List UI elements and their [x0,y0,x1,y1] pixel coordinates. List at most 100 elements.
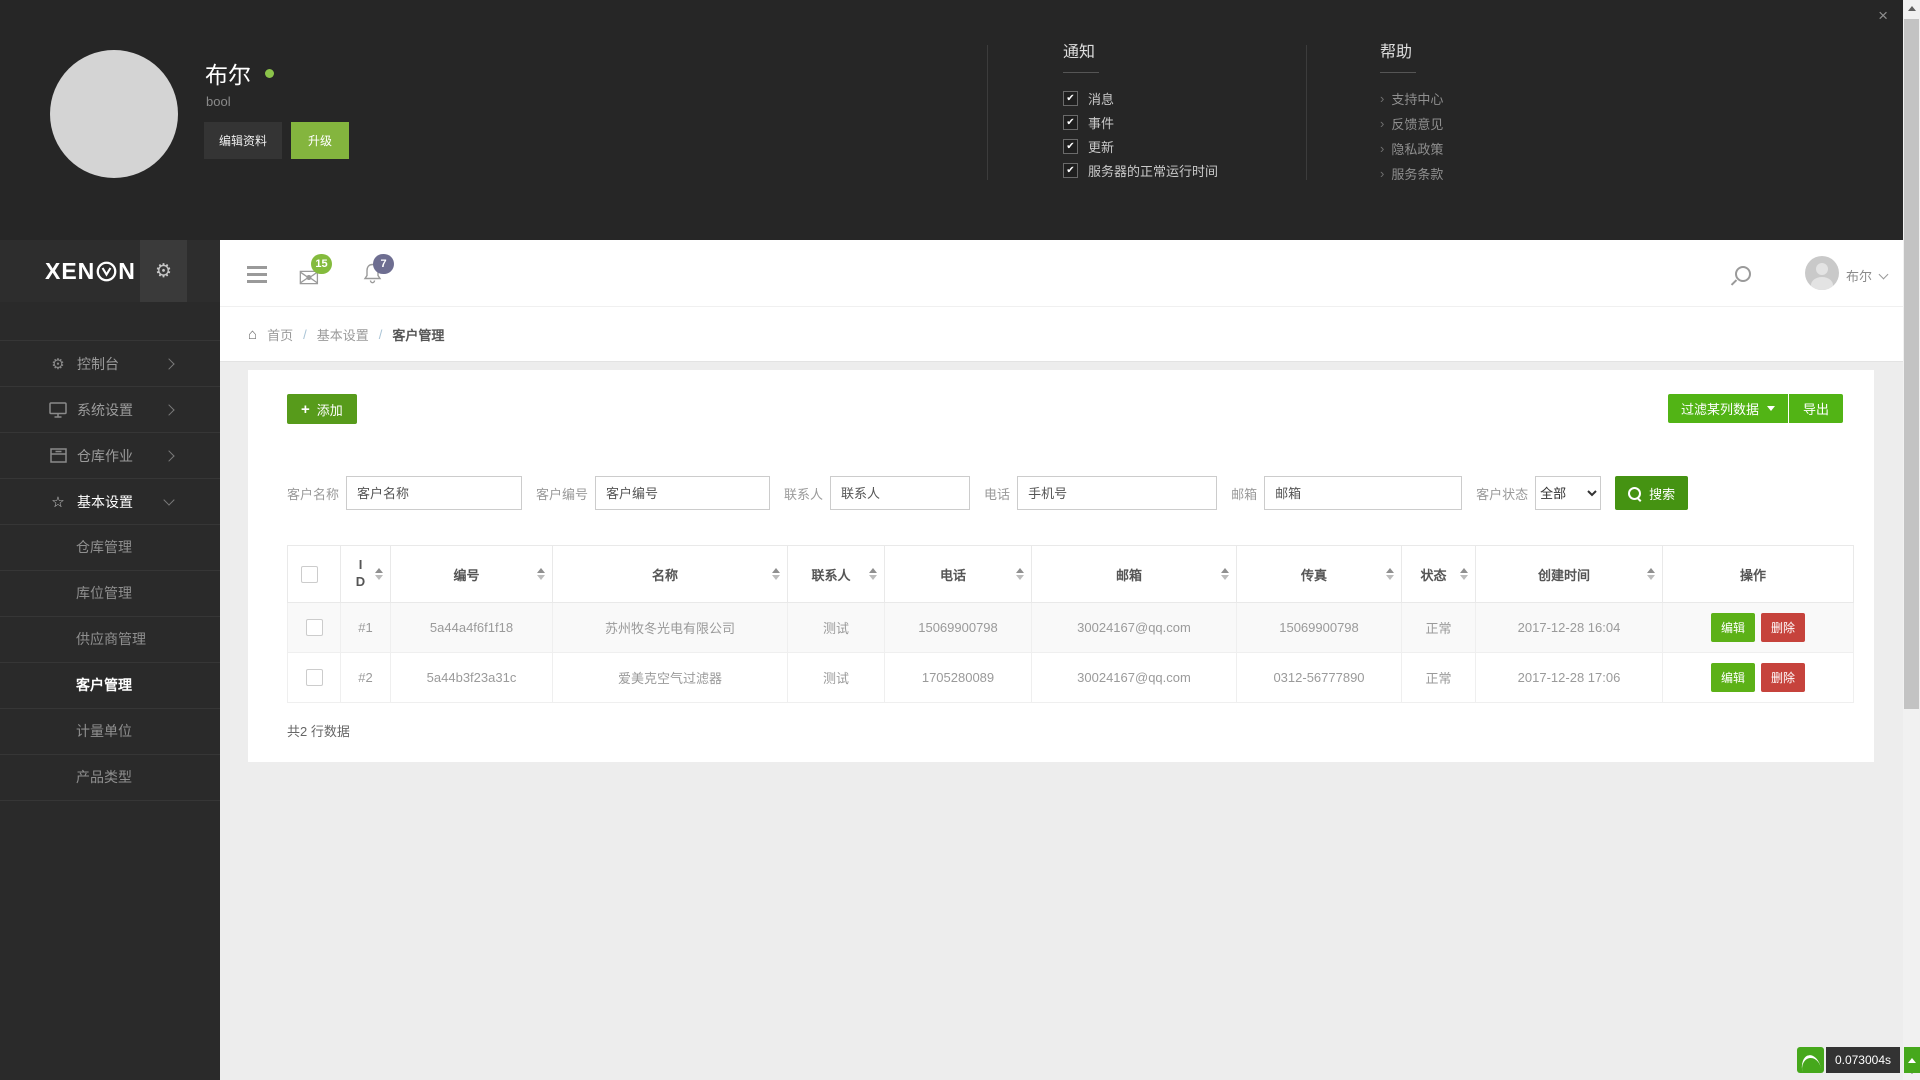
notification-option-label: 事件 [1088,116,1115,131]
app-logo: XEN N [45,258,136,285]
checkbox-checked-icon[interactable]: ✔ [1063,91,1078,106]
notifications-title: 通知 [1063,44,1096,61]
sort-icon[interactable] [1386,568,1394,580]
toolbar-right-group: 过滤某列数据 导出 [1667,394,1843,424]
avatar [50,50,178,178]
breadcrumb-item[interactable]: 首页 [267,325,293,344]
cell-actions: 编辑 删除 [1662,602,1854,653]
trace-expand-button[interactable] [1904,1047,1920,1073]
sidebar-subitem-customer-mgmt[interactable]: 客户管理 [0,663,220,709]
chevron-right-icon: › [1380,141,1385,156]
row-checkbox[interactable] [305,669,323,687]
sidebar-gear-button[interactable]: ⚙ [140,240,187,302]
column-header-inner: 传真 [1237,546,1401,602]
notification-option: ✔ 事件 [1063,113,1218,132]
sidebar-menu: ⚙ 控制台 系统设置 仓库作业 ☆ 基本设置 仓库管理 库位管理 供应商管理 客户管理 计量单位 产品… [0,340,220,801]
sidebar-subitem-warehouse-mgmt[interactable]: 仓库管理 [0,525,220,571]
edit-button[interactable]: 编辑 [1710,663,1755,692]
column-header-name: 名称 [552,545,788,603]
customer-name-filter-input[interactable] [346,476,523,510]
filter-columns-button[interactable]: 过滤某列数据 [1667,394,1788,423]
hamburger-menu-icon[interactable] [247,266,267,283]
notification-option: ✔ 服务器的正常运行时间 [1063,161,1218,180]
sidebar-item-system-settings[interactable]: 系统设置 [0,387,220,433]
user-menu[interactable]: 布尔 [1846,266,1889,285]
sort-icon[interactable] [772,568,780,580]
add-button[interactable]: + 添加 [287,394,357,424]
checkbox-checked-icon[interactable]: ✔ [1063,139,1078,154]
customer-status-select[interactable]: 全部 [1535,476,1602,510]
cell-id: #2 [340,652,391,703]
scrollbar-up-arrow[interactable] [1903,0,1920,17]
sort-icon[interactable] [537,568,545,580]
delete-button[interactable]: 删除 [1761,663,1806,692]
sort-icon[interactable] [375,568,383,580]
email-filter-label: 邮箱 [1231,486,1258,502]
row-checkbox[interactable] [305,619,323,637]
monitor-icon [48,401,68,418]
cell-checkbox [287,602,341,653]
filter-columns-label: 过滤某列数据 [1680,402,1759,417]
sidebar-item-basic-settings[interactable]: ☆ 基本设置 [0,479,220,525]
customer-code-filter-input[interactable] [595,476,771,510]
archive-icon [48,448,68,463]
column-header-created: 创建时间 [1475,545,1663,603]
sort-desc-icon [1460,575,1468,580]
help-link[interactable]: › 支持中心 [1380,89,1443,108]
phone-filter-input[interactable] [1017,476,1218,510]
notification-option-label: 消息 [1088,92,1115,107]
sidebar-item-console[interactable]: ⚙ 控制台 [0,341,220,387]
notification-option: ✔ 消息 [1063,89,1218,108]
help-links: › 支持中心 › 反馈意见 › 隐私政策 › 服务条款 [1380,89,1443,183]
scrollbar[interactable] [1903,0,1920,1080]
select-all-checkbox[interactable] [300,565,318,583]
sidebar-subitem-product-type[interactable]: 产品类型 [0,755,220,801]
help-link[interactable]: › 服务条款 [1380,164,1443,183]
column-header-fax: 传真 [1236,545,1402,603]
sidebar-subitem-location-mgmt[interactable]: 库位管理 [0,571,220,617]
sort-icon[interactable] [1647,568,1655,580]
checkbox-checked-icon[interactable]: ✔ [1063,163,1078,178]
column-header-actions: 操作 [1662,545,1854,603]
trace-logo-icon[interactable] [1796,1047,1824,1073]
sort-asc-icon [1460,568,1468,573]
user-name: 布尔 [205,62,251,88]
sort-icon[interactable] [1016,568,1024,580]
chevron-right-icon [163,357,175,370]
sort-desc-icon [1386,575,1394,580]
delete-button[interactable]: 删除 [1761,613,1806,642]
divider [1306,45,1307,180]
notifications-button[interactable]: 7 [362,254,394,290]
close-icon[interactable]: × [1878,6,1888,26]
search-button-label: 搜索 [1649,486,1676,502]
chevron-right-icon: › [1380,116,1385,131]
contact-filter-input[interactable] [830,476,971,510]
customers-table: ID 编号 名称 联系人 电话 邮箱 传真 状态 创建时间 操作 #1 5a44a4f6f1f18 苏… [287,545,1854,703]
search-button[interactable]: 搜索 [1615,476,1689,510]
sidebar-item-warehouse-jobs[interactable]: 仓库作业 [0,433,220,479]
sort-icon[interactable] [869,568,877,580]
column-header-contact: 联系人 [787,545,885,603]
sort-icon[interactable] [1460,568,1468,580]
scrollbar-thumb[interactable] [1904,19,1919,709]
sidebar-subitem-supplier-mgmt[interactable]: 供应商管理 [0,617,220,663]
edit-profile-button[interactable]: 编辑资料 [204,122,283,159]
upgrade-button[interactable]: 升级 [291,122,350,159]
export-button[interactable]: 导出 [1788,394,1843,423]
logo-row: XEN N ⚙ [0,240,220,302]
row-count-summary: 共2 行数据 [287,724,350,739]
email-filter-input[interactable] [1264,476,1463,510]
help-link[interactable]: › 隐私政策 [1380,139,1443,158]
sidebar-subitem-unit-mgmt[interactable]: 计量单位 [0,709,220,755]
breadcrumb-item[interactable]: 基本设置 [317,325,369,344]
column-label: 邮箱 [1115,567,1142,583]
checkbox-checked-icon[interactable]: ✔ [1063,115,1078,130]
sort-icon[interactable] [1221,568,1229,580]
search-icon [1628,486,1642,500]
search-icon[interactable] [1735,266,1751,282]
edit-button[interactable]: 编辑 [1710,613,1755,642]
column-header-inner: 邮箱 [1032,546,1236,602]
help-link[interactable]: › 反馈意见 [1380,114,1443,133]
messages-button[interactable]: ✉ 15 [298,254,332,294]
navbar-avatar[interactable] [1805,256,1839,290]
